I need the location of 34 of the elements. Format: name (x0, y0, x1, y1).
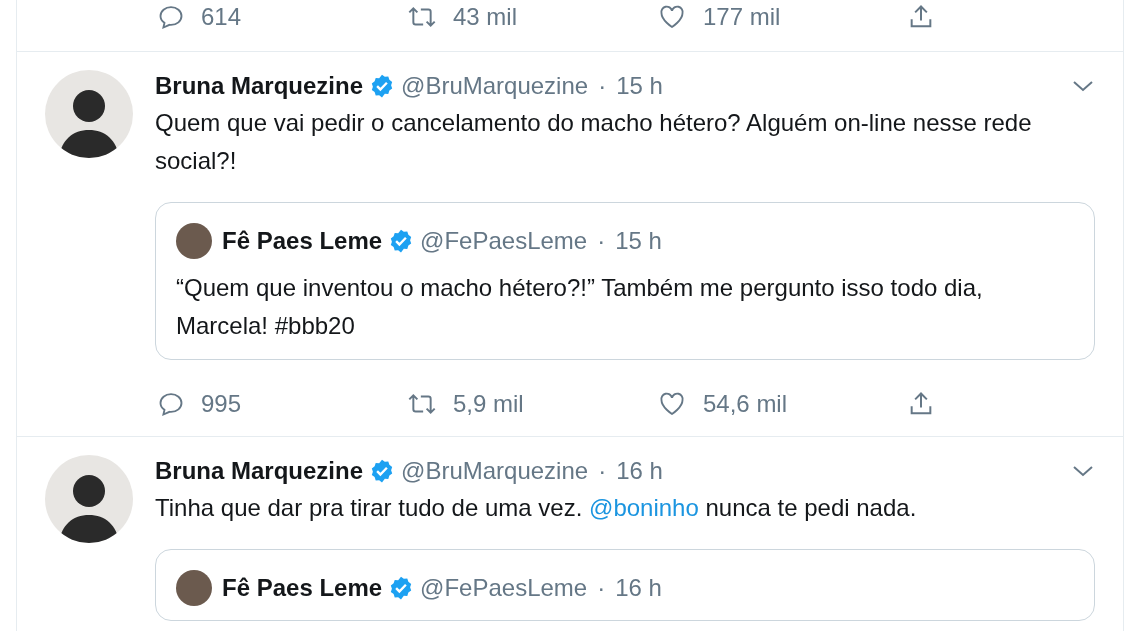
reply-count: 995 (201, 390, 242, 418)
tweet-text: Tinha que dar pra tirar tudo de uma vez. @boninho nunca te pedi nada. (155, 493, 918, 523)
author-handle[interactable]: @FePaesLeme (420, 227, 588, 255)
reply-icon (157, 390, 185, 418)
chevron-down-icon[interactable] (1071, 78, 1095, 94)
tweet-text: Quem que vai pedir o cancelamento do macho hétero? Alguém on-line nesse rede social?! (155, 108, 1033, 176)
author-name[interactable]: Fê Paes Leme (222, 227, 383, 255)
quoted-tweet-text: “Quem que inventou o macho hétero?!” Também me pergunto isso todo dia, Marcela! #bbb20 (176, 273, 984, 341)
author-handle[interactable]: @BruMarquezine (401, 72, 589, 100)
reply-count: 614 (201, 3, 242, 31)
separator-dot: · (597, 574, 606, 602)
author-handle[interactable]: @FePaesLeme (420, 574, 588, 602)
separator-dot: · (598, 457, 607, 485)
like-count: 54,6 mil (703, 390, 788, 418)
tweet-time[interactable]: 16 h (615, 574, 662, 602)
avatar-placeholder[interactable] (176, 223, 212, 259)
chevron-down-icon[interactable] (1071, 463, 1095, 479)
separator-dot: · (597, 227, 606, 255)
tweet-time[interactable]: 15 h (616, 72, 663, 100)
reply-icon (157, 3, 185, 31)
retweet-count: 5,9 mil (453, 390, 524, 418)
separator-dot: · (598, 72, 607, 100)
author-name[interactable]: Fê Paes Leme (222, 574, 383, 602)
tweet-time[interactable]: 16 h (616, 457, 663, 485)
like-count: 177 mil (703, 3, 781, 31)
avatar-placeholder[interactable] (176, 570, 212, 606)
author-name[interactable]: Bruna Marquezine (155, 72, 364, 100)
quoted-tweet-card[interactable]: Fê Paes Leme @FePaesLeme · 15 h “Quem que inventou o macho hétero?!” Também me pergunto isso todo dia, Marcela! #bbb20 (155, 202, 1095, 360)
quoted-tweet-card[interactable]: Fê Paes Leme @FePaesLeme · 16 h (155, 549, 1095, 621)
author-handle[interactable]: @BruMarquezine (401, 457, 589, 485)
retweet-count: 43 mil (453, 3, 518, 31)
mention-link[interactable]: @boninho (589, 494, 699, 521)
author-name[interactable]: Bruna Marquezine (155, 457, 364, 485)
tweet-time[interactable]: 15 h (615, 227, 662, 255)
